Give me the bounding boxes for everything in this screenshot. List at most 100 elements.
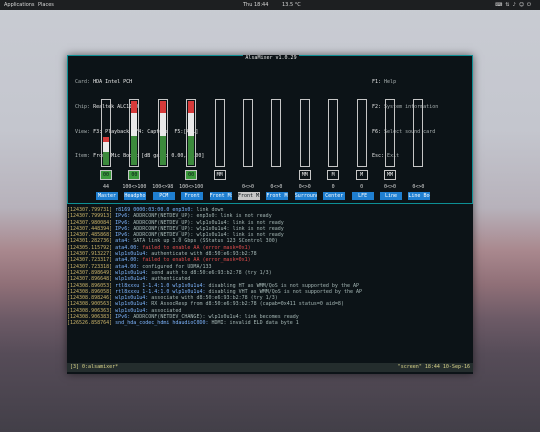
mute-toggle[interactable]: 00 [128, 170, 141, 180]
terminal-window[interactable]: AlsaMixer v1.0.29 Card: HDA Intel PCH Ch… [67, 55, 473, 374]
channel-name[interactable]: PCM [152, 192, 175, 200]
log-timestamp: [124307.485868] [67, 232, 113, 239]
mute-toggle[interactable]: 00 [185, 170, 198, 180]
places-menu[interactable]: Places [38, 0, 54, 10]
system-tray[interactable]: ⌨⇅♪☺⏻ [495, 0, 534, 10]
channel-value: 0<>0 [412, 184, 425, 190]
log-source: rtl8xxxu 1-1.4:1.0 wlp1s0u1u4: [112, 282, 206, 289]
volume-fill [103, 152, 109, 165]
log-timestamp: [124307.799913] [67, 213, 113, 220]
volume-fill [131, 112, 138, 137]
log-timestamp: [124308.906363] [67, 307, 113, 314]
log-timestamp: [124305.115792] [67, 244, 113, 251]
channel-name[interactable]: Line Boo [408, 192, 431, 200]
channel-name[interactable]: Headphon [124, 192, 147, 200]
screen-status-bar: [3] 0:alsamixer* "screen" 18:44 10-Sep-1… [67, 363, 473, 372]
channel-name[interactable]: Center [323, 192, 346, 200]
session-clock: "screen" 18:44 10-Sep-16 [397, 364, 470, 370]
volume-fill [159, 136, 166, 165]
channel-name[interactable]: Master [96, 192, 118, 200]
channel-name[interactable]: Surround [294, 192, 317, 200]
window-list[interactable]: [3] 0:alsamixer* [70, 363, 118, 372]
log-message: disabling HT as WMM/QoS is not supported… [205, 282, 360, 289]
log-line: [126526.858764] snd_hda_codec_hdmi hdaud… [67, 320, 473, 326]
volume-bar[interactable] [243, 99, 253, 167]
log-source: wlp1s0u1u4: [112, 307, 149, 314]
log-source: IPv6: [112, 219, 131, 226]
log-message: ADDRCONF(NETDEV_UP): enp3s0: link is not… [130, 213, 272, 220]
volume-bar[interactable] [101, 99, 111, 167]
log-source: ata4.00: [112, 263, 140, 270]
volume-bar[interactable] [157, 99, 168, 167]
volume-bar[interactable] [385, 99, 395, 167]
mute-toggle[interactable]: M [355, 170, 368, 180]
weather-indicator[interactable]: 13.5 °C [282, 0, 301, 10]
mute-toggle[interactable]: MM [213, 170, 226, 180]
log-timestamp: [124308.896058] [67, 288, 113, 295]
mixer-info: Card: HDA Intel PCH Chip: Realtek ALC115… [75, 79, 205, 160]
log-timestamp: [124307.799731] [67, 207, 113, 213]
log-source: ata4: [112, 238, 131, 245]
mute-toggle[interactable]: 00 [100, 170, 112, 180]
volume-fill [159, 112, 166, 137]
channel-name[interactable]: Line [380, 192, 402, 200]
log-message: authenticate with d8:50:e6:93:b2:78 [148, 251, 257, 258]
log-message: link down [193, 207, 224, 213]
log-source: snd_hda_codec_hdmi hdaudioC0D0: [112, 320, 209, 327]
volume-bar[interactable] [413, 99, 424, 167]
log-message: ADDRCONF(NETDEV_UP): wlp1s0u1u4: link is… [130, 232, 284, 239]
log-message: authenticated [148, 276, 191, 283]
log-source: IPv6: [112, 232, 131, 239]
log-source: IPv6: [112, 225, 131, 232]
log-source: IPv6: [112, 213, 131, 220]
channel-name[interactable]: Front Mi [266, 192, 289, 200]
volume-fill [103, 137, 109, 143]
power-icon[interactable]: ⏻ [527, 2, 534, 8]
mute-toggle[interactable]: M [327, 170, 340, 180]
log-message: SATA link up 3.0 Gbps (SStatus 123 SCont… [130, 238, 278, 245]
log-source: ata4.00: [112, 244, 140, 251]
volume-bar[interactable] [299, 99, 310, 167]
applications-menu[interactable]: Applications [4, 0, 35, 10]
keyboard-icon[interactable]: ⌨ [495, 2, 505, 8]
log-message: associate with d8:50:e6:93:b2:78 (try 1/… [148, 295, 278, 302]
log-source: wlp1s0u1u4: [112, 295, 149, 302]
volume-fill [159, 101, 166, 113]
log-timestamp: [124307.898649] [67, 269, 113, 276]
user-icon[interactable]: ☺ [519, 2, 527, 8]
volume-bar[interactable] [328, 99, 339, 167]
volume-bar[interactable] [186, 99, 197, 167]
alsamixer-pane[interactable]: AlsaMixer v1.0.29 Card: HDA Intel PCH Ch… [67, 55, 473, 204]
clock[interactable]: Thu 18:44 [243, 0, 268, 10]
volume-fill [131, 136, 138, 165]
log-message: HDMI: invalid ELD data byte 1 [208, 320, 299, 327]
key-help: F1: Help F2: System information F6: Sele… [372, 79, 439, 160]
log-source: r8169 0000:03:00.0 enp3s0: [112, 207, 194, 213]
log-message: ADDRCONF(NETDEV_UP): wlp1s0u1u4: link is… [130, 219, 284, 226]
volume-bar[interactable] [129, 99, 140, 167]
log-timestamp: [124307.913227] [67, 251, 113, 258]
log-message: send auth to d8:50:e6:93:b2:78 (try 1/3) [148, 269, 272, 276]
log-timestamp: [124308.900563] [67, 301, 113, 308]
mute-toggle[interactable]: MM [384, 170, 396, 180]
channel-name[interactable]: LFE [351, 192, 374, 200]
network-icon[interactable]: ⇅ [505, 2, 512, 8]
log-source: rtl8xxxu 1-1.4:1.0 wlp1s0u1u4: [112, 288, 206, 295]
dmesg-log: [124307.799731] r8169 0000:03:00.0 enp3s… [67, 207, 473, 362]
log-timestamp: [126526.858764] [67, 320, 113, 327]
channel-value: 100<>100 [179, 184, 204, 190]
volume-bar[interactable] [271, 99, 282, 167]
volume-fill [188, 112, 195, 137]
mute-toggle[interactable]: MM [298, 170, 311, 180]
volume-bar[interactable] [214, 99, 225, 167]
log-source: ata4.00: [112, 257, 140, 264]
volume-fill [131, 101, 138, 113]
volume-fill [188, 101, 195, 113]
alsamixer-title: AlsaMixer v1.0.29 [243, 55, 299, 61]
channel-name[interactable]: Front Mi [238, 192, 260, 200]
log-message: failed to enable AA (error_mask=0x1) [139, 257, 251, 264]
volume-bar[interactable] [356, 99, 367, 167]
channel-name[interactable]: Front [181, 192, 204, 200]
log-timestamp: [124301.282736] [67, 238, 113, 245]
channel-name[interactable]: Front Mi [209, 192, 232, 200]
